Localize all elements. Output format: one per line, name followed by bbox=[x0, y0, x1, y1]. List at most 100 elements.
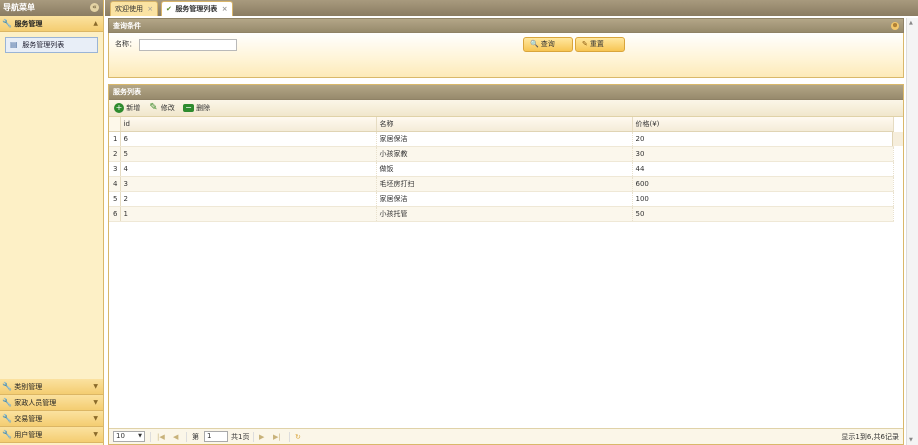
table-header-row: id 名称 价格(¥) bbox=[109, 117, 894, 132]
wrench-icon: 🔧 bbox=[2, 382, 12, 391]
close-icon[interactable]: × bbox=[222, 5, 228, 13]
pager-divider bbox=[150, 432, 151, 442]
pagination-bar: 10 ▼ |◀ ◀ 第 1 共1页 ▶ ▶| ↻ 显示1到6,共6记录 bbox=[109, 428, 903, 444]
wrench-icon: 🔧 bbox=[2, 430, 12, 439]
table-row[interactable]: 5 2 家居保洁 100 bbox=[109, 191, 894, 207]
cell-id: 1 bbox=[120, 206, 377, 222]
row-number-header bbox=[109, 117, 121, 132]
next-page-icon[interactable]: ▶ bbox=[259, 429, 264, 445]
cell-name: 毛坯房打扫 bbox=[376, 176, 633, 192]
cell-price: 50 bbox=[632, 206, 894, 222]
search-button-label: 查询 bbox=[540, 40, 555, 48]
list-panel: 服务列表 + 新增 ✎ 修改 − 删除 id 名称 价格(¥) 1 6 家居保洁… bbox=[108, 84, 904, 445]
search-button[interactable]: 🔍 查询 bbox=[523, 37, 573, 52]
cell-price: 44 bbox=[632, 161, 894, 177]
nav-title-label: 导航菜单 bbox=[3, 3, 35, 12]
list-toolbar: + 新增 ✎ 修改 − 删除 bbox=[109, 100, 903, 117]
page-number-input[interactable]: 1 bbox=[204, 431, 228, 442]
first-page-icon[interactable]: |◀ bbox=[157, 429, 165, 445]
nav-title: 导航菜单 « bbox=[0, 0, 103, 16]
chevron-down-icon: ▼ bbox=[93, 383, 98, 390]
collapse-icon[interactable]: ⊗ bbox=[891, 22, 899, 30]
nav-group-staff[interactable]: 🔧 家政人员管理 ▼ bbox=[0, 395, 103, 411]
row-number: 3 bbox=[109, 161, 121, 177]
reset-icon: ✎ bbox=[582, 40, 588, 48]
nav-panel: 导航菜单 « 🔧 服务管理 ▲ ▤ 服务管理列表 🔧 类别管理 ▼ 🔧 家政人员… bbox=[0, 0, 104, 445]
column-header-name[interactable]: 名称 bbox=[376, 117, 633, 132]
nav-item-service-list[interactable]: ▤ 服务管理列表 bbox=[5, 37, 98, 53]
magnifier-icon: 🔍 bbox=[530, 40, 539, 48]
prev-page-icon[interactable]: ◀ bbox=[173, 429, 178, 445]
nav-group-user[interactable]: 🔧 用户管理 ▼ bbox=[0, 427, 103, 443]
pager-divider bbox=[289, 432, 290, 442]
cell-price: 100 bbox=[632, 191, 894, 207]
cell-price: 20 bbox=[632, 131, 894, 147]
query-panel-title: 查询条件 bbox=[113, 22, 141, 30]
check-icon: ✔ bbox=[166, 5, 172, 13]
column-header-price[interactable]: 价格(¥) bbox=[632, 117, 894, 132]
pager-divider bbox=[253, 432, 254, 442]
cell-name: 小孩家教 bbox=[376, 146, 633, 162]
vertical-scrollbar[interactable]: ▲ ▼ bbox=[906, 18, 918, 445]
table-row[interactable]: 6 1 小孩托管 50 bbox=[109, 206, 894, 222]
query-panel-header: 查询条件 ⊗ bbox=[108, 18, 904, 33]
chevron-down-icon: ▼ bbox=[93, 431, 98, 438]
row-number: 2 bbox=[109, 146, 121, 162]
column-header-id[interactable]: id bbox=[120, 117, 377, 132]
nav-group-category[interactable]: 🔧 类别管理 ▼ bbox=[0, 379, 103, 395]
scroll-up-icon[interactable]: ▲ bbox=[909, 20, 913, 26]
query-panel-body: 名称： 🔍 查询 ✎ 重置 bbox=[108, 33, 904, 78]
cell-name: 家居保洁 bbox=[376, 131, 633, 147]
wrench-icon: 🔧 bbox=[2, 19, 12, 28]
refresh-icon[interactable]: ↻ bbox=[295, 429, 301, 445]
scroll-down-icon[interactable]: ▼ bbox=[909, 437, 913, 443]
chevron-down-icon: ▼ bbox=[93, 415, 98, 422]
double-chevron-left-icon[interactable]: « bbox=[90, 3, 99, 12]
list-icon: ▤ bbox=[10, 40, 18, 49]
edit-button[interactable]: ✎ 修改 bbox=[148, 100, 174, 117]
page-size-value: 10 bbox=[116, 432, 125, 440]
nav-group-label: 类别管理 bbox=[14, 383, 43, 391]
wrench-icon: 🔧 bbox=[2, 398, 12, 407]
pager-divider bbox=[186, 432, 187, 442]
list-panel-title: 服务列表 bbox=[113, 88, 141, 96]
page-total: 共1页 bbox=[231, 433, 250, 441]
name-input[interactable] bbox=[139, 39, 237, 51]
table-row[interactable]: 1 6 家居保洁 20 bbox=[109, 131, 894, 147]
add-button[interactable]: + 新增 bbox=[114, 100, 140, 117]
close-icon[interactable]: × bbox=[147, 5, 153, 13]
wrench-icon: 🔧 bbox=[2, 414, 12, 423]
page-size-select[interactable]: 10 ▼ bbox=[113, 431, 145, 442]
nav-group-trade[interactable]: 🔧 交易管理 ▼ bbox=[0, 411, 103, 427]
reset-button[interactable]: ✎ 重置 bbox=[575, 37, 625, 52]
nav-group-label: 用户管理 bbox=[14, 431, 43, 439]
table-row[interactable]: 3 4 做饭 44 bbox=[109, 161, 894, 177]
cell-id: 3 bbox=[120, 176, 377, 192]
table-row[interactable]: 4 3 毛坯房打扫 600 bbox=[109, 176, 894, 192]
chevron-up-icon: ▲ bbox=[93, 20, 98, 27]
plus-icon: + bbox=[114, 103, 124, 113]
nav-group-service[interactable]: 🔧 服务管理 ▲ bbox=[0, 16, 103, 32]
last-page-icon[interactable]: ▶| bbox=[273, 429, 281, 445]
name-label: 名称： bbox=[115, 40, 136, 48]
nav-group-label: 家政人员管理 bbox=[14, 399, 57, 407]
pencil-icon: ✎ bbox=[149, 102, 158, 113]
edit-button-label: 修改 bbox=[160, 104, 175, 112]
row-number: 5 bbox=[109, 191, 121, 207]
nav-group-label: 交易管理 bbox=[14, 415, 43, 423]
cell-name: 家居保洁 bbox=[376, 191, 633, 207]
cell-name: 做饭 bbox=[376, 161, 633, 177]
tab-welcome[interactable]: 欢迎使用 × bbox=[110, 1, 159, 16]
tab-service-list[interactable]: ✔ 服务管理列表 × bbox=[161, 1, 233, 16]
cell-id: 2 bbox=[120, 191, 377, 207]
page-prefix: 第 bbox=[192, 433, 199, 441]
add-button-label: 新增 bbox=[126, 104, 141, 112]
delete-button-label: 删除 bbox=[196, 104, 211, 112]
tab-bar: 欢迎使用 × ✔ 服务管理列表 × bbox=[105, 0, 918, 16]
grid-header-filler bbox=[892, 132, 903, 146]
nav-group-body: ▤ 服务管理列表 bbox=[0, 32, 103, 379]
table-row[interactable]: 2 5 小孩家教 30 bbox=[109, 146, 894, 162]
cell-id: 5 bbox=[120, 146, 377, 162]
delete-button[interactable]: − 删除 bbox=[182, 100, 211, 117]
record-info: 显示1到6,共6记录 bbox=[841, 433, 899, 441]
